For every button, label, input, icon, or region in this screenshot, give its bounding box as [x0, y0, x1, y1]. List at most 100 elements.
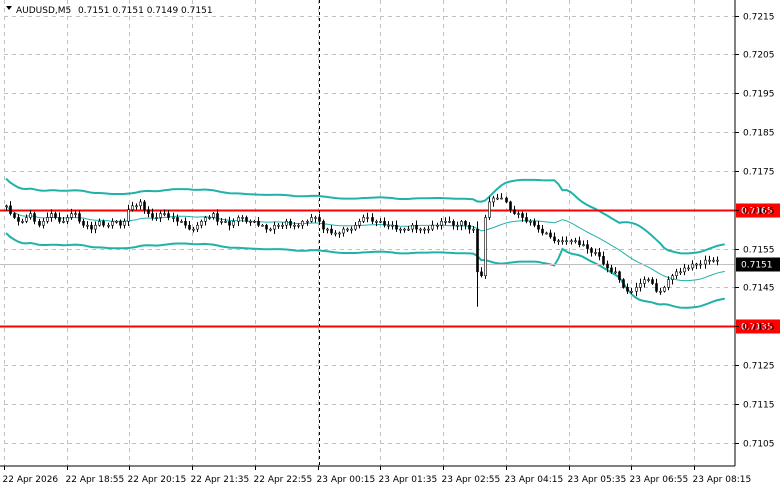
candle-body	[82, 221, 85, 226]
candle-body	[301, 221, 304, 226]
candle-body	[517, 213, 520, 215]
candle-body	[529, 221, 532, 223]
candle-body	[704, 259, 707, 265]
symbol-label: AUDUSD,M5	[16, 6, 71, 16]
candle-body	[346, 228, 349, 231]
candle-body	[241, 217, 244, 219]
candle-body	[525, 217, 528, 222]
x-tick-label: 22 Apr 18:55	[66, 475, 125, 485]
candle-body	[127, 209, 130, 222]
candle-body	[115, 221, 118, 223]
candle-body	[257, 221, 260, 226]
candle-body	[411, 224, 414, 230]
candle-body	[549, 232, 552, 238]
candle-body	[606, 263, 609, 269]
candle-body	[33, 213, 36, 222]
y-tick-label: 0.7165	[743, 207, 775, 217]
candle-body	[659, 290, 662, 293]
candle-body	[695, 263, 698, 266]
candle-body	[468, 224, 471, 230]
candle-body	[326, 228, 329, 231]
candle-body	[102, 221, 105, 226]
candle-body	[574, 240, 577, 243]
candle-body	[639, 283, 642, 288]
candle-body	[342, 228, 345, 234]
y-tick-label: 0.7145	[743, 284, 775, 294]
candle-body	[683, 267, 686, 273]
candle-body	[362, 217, 365, 222]
candle-body	[561, 240, 564, 243]
candle-body	[147, 209, 150, 214]
candle-body	[622, 279, 625, 288]
y-tick-label: 0.7115	[743, 401, 775, 411]
candle-body	[513, 209, 516, 214]
candle-body	[614, 271, 617, 274]
candle-body	[350, 228, 353, 231]
candle-body	[98, 221, 101, 226]
chart-background	[0, 0, 781, 489]
candle-body	[582, 244, 585, 246]
candle-body	[123, 221, 126, 226]
chart-area[interactable]: 0.7165 0.7135 0.7151 0.7215 0.7205 0.7195 0.7…	[0, 0, 781, 489]
candle-body	[29, 213, 32, 218]
candle-body	[330, 228, 333, 234]
candle-body	[237, 217, 240, 222]
candle-body	[419, 228, 422, 231]
candle-body	[590, 248, 593, 253]
candle-body	[261, 224, 264, 227]
candle-body	[480, 271, 483, 277]
candle-body	[297, 224, 300, 227]
candle-body	[655, 283, 658, 292]
candle-body	[155, 217, 158, 219]
candle-body	[204, 217, 207, 222]
candle-body	[602, 255, 605, 265]
candle-body	[699, 263, 702, 266]
candle-body	[500, 197, 503, 200]
x-tick-label: 23 Apr 04:15	[505, 475, 564, 485]
candle-body	[586, 244, 589, 249]
x-tick-label: 23 Apr 06:55	[630, 475, 689, 485]
candle-body	[143, 201, 146, 211]
candle-body	[663, 287, 666, 292]
candle-body	[598, 252, 601, 257]
candle-body	[184, 221, 187, 226]
candle-body	[488, 201, 491, 218]
candle-body	[46, 217, 49, 222]
candle-body	[431, 224, 434, 230]
candle-body	[249, 221, 252, 223]
candle-body	[42, 221, 45, 226]
candle-body	[131, 205, 134, 210]
candle-body	[289, 221, 292, 226]
candle-body	[391, 224, 394, 227]
x-tick-label: 22 Apr 20:15	[128, 475, 187, 485]
candle-body	[492, 197, 495, 203]
candle-body	[212, 213, 215, 218]
price-chart[interactable]: 0.7165 0.7135 0.7151 0.7215 0.7205 0.7195 0.7…	[0, 0, 781, 489]
y-tick-label: 0.7175	[743, 168, 775, 178]
candle-body	[232, 221, 235, 226]
candle-body	[310, 217, 313, 222]
candle-body	[387, 224, 390, 227]
candle-body	[553, 236, 556, 242]
candle-body	[224, 221, 227, 223]
candle-body	[375, 221, 378, 223]
candle-body	[379, 221, 382, 223]
candle-body	[66, 217, 69, 222]
candle-body	[220, 221, 223, 223]
candle-body	[13, 213, 16, 218]
candle-body	[38, 221, 41, 226]
x-tick-label: 22 Apr 21:35	[191, 475, 250, 485]
y-tick-label: 0.7205	[743, 51, 775, 61]
candle-body	[464, 221, 467, 226]
candle-body	[521, 213, 524, 218]
candle-body	[107, 224, 110, 227]
candle-body	[395, 224, 398, 230]
candle-body	[667, 279, 670, 288]
candle-body	[505, 197, 508, 203]
candle-body	[9, 205, 12, 214]
candle-body	[21, 221, 24, 223]
candle-body	[196, 224, 199, 230]
candle-body	[208, 217, 211, 219]
candle-body	[496, 197, 499, 200]
candle-body	[671, 275, 674, 280]
